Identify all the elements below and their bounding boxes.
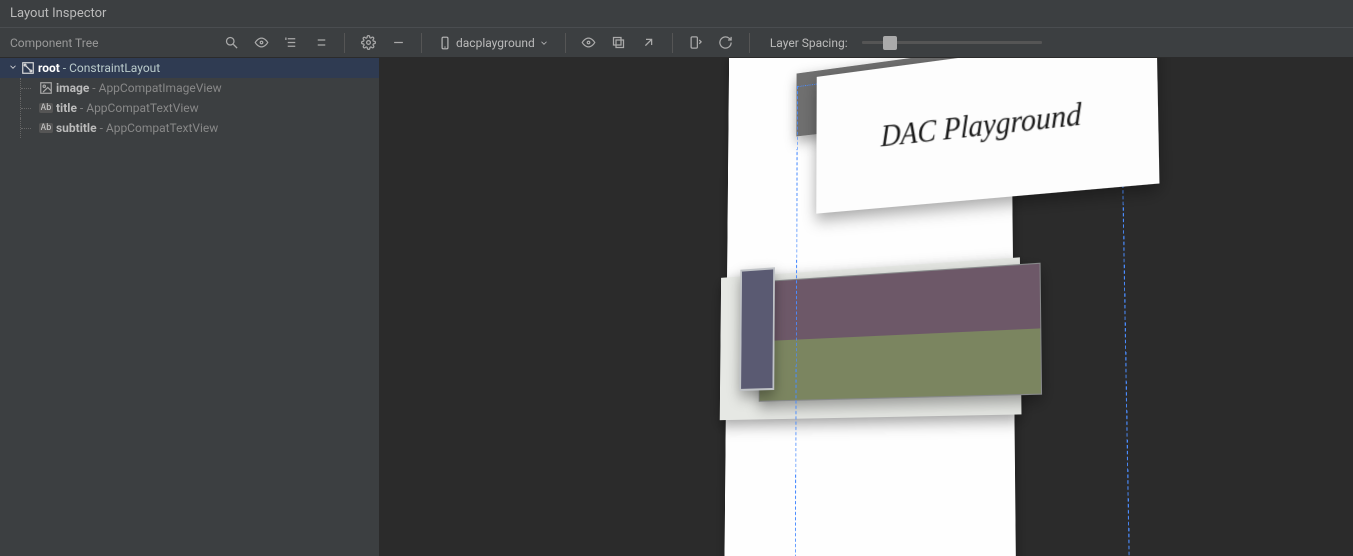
chevron-down-icon bbox=[539, 38, 549, 48]
separator bbox=[565, 33, 566, 53]
separator bbox=[749, 33, 750, 53]
refresh-icon[interactable] bbox=[715, 32, 737, 54]
process-dropdown[interactable]: dacplayground bbox=[434, 36, 553, 50]
tree-guide bbox=[20, 98, 38, 118]
live-updates-icon[interactable] bbox=[685, 32, 707, 54]
tree-node-subtitle[interactable]: Ab subtitle - AppCompatTextView bbox=[0, 118, 379, 138]
title-text: DAC Playground bbox=[881, 97, 1082, 155]
search-icon[interactable] bbox=[220, 32, 242, 54]
node-name: root bbox=[38, 61, 60, 75]
layout-3d-canvas[interactable]: DAC Playground bbox=[380, 58, 1353, 556]
device-icon bbox=[438, 36, 452, 50]
node-class: - ConstraintLayout bbox=[60, 61, 160, 75]
slider-thumb[interactable] bbox=[883, 36, 897, 50]
panel-title: Component Tree bbox=[0, 36, 220, 50]
tree-toolbar: dacplayground Layer Spacing: bbox=[220, 28, 1042, 57]
image-icon bbox=[38, 81, 54, 95]
tree-node-image[interactable]: image - AppCompatImageView bbox=[0, 78, 379, 98]
node-name: subtitle bbox=[56, 121, 97, 135]
node-name: image bbox=[56, 81, 89, 95]
node-class: - AppCompatImageView bbox=[89, 81, 221, 95]
export-icon[interactable] bbox=[638, 32, 660, 54]
node-class: - AppCompatTextView bbox=[77, 101, 199, 115]
expander-icon[interactable] bbox=[8, 61, 20, 75]
window-title: Layout Inspector bbox=[10, 6, 106, 21]
separator bbox=[421, 33, 422, 53]
window-title-bar: Layout Inspector bbox=[0, 0, 1353, 28]
overlay-icon[interactable] bbox=[608, 32, 630, 54]
settings-icon[interactable] bbox=[357, 32, 379, 54]
visibility-icon[interactable] bbox=[250, 32, 272, 54]
text-icon: Ab bbox=[38, 103, 54, 113]
component-tree-panel: root - ConstraintLayout image - AppCompa… bbox=[0, 58, 380, 556]
separator bbox=[344, 33, 345, 53]
tree-node-root[interactable]: root - ConstraintLayout bbox=[0, 58, 379, 78]
separator bbox=[672, 33, 673, 53]
node-name: title bbox=[56, 101, 77, 115]
expand-all-icon[interactable] bbox=[280, 32, 302, 54]
tree-guide bbox=[20, 118, 38, 138]
layer-image-frame[interactable] bbox=[740, 267, 776, 391]
tree-guide bbox=[20, 78, 38, 98]
process-name: dacplayground bbox=[456, 36, 535, 50]
collapse-all-icon[interactable] bbox=[310, 32, 332, 54]
main-toolbar: Component Tree dacplayground bbox=[0, 28, 1353, 58]
visibility-toggle-icon[interactable] bbox=[578, 32, 600, 54]
minimize-icon[interactable] bbox=[387, 32, 409, 54]
layer-spacing-slider[interactable] bbox=[862, 33, 1042, 53]
layer-spacing-label: Layer Spacing: bbox=[770, 36, 848, 50]
node-class: - AppCompatTextView bbox=[97, 121, 219, 135]
text-icon: Ab bbox=[38, 123, 54, 133]
tree-node-title[interactable]: Ab title - AppCompatTextView bbox=[0, 98, 379, 118]
layout-icon bbox=[20, 61, 36, 75]
